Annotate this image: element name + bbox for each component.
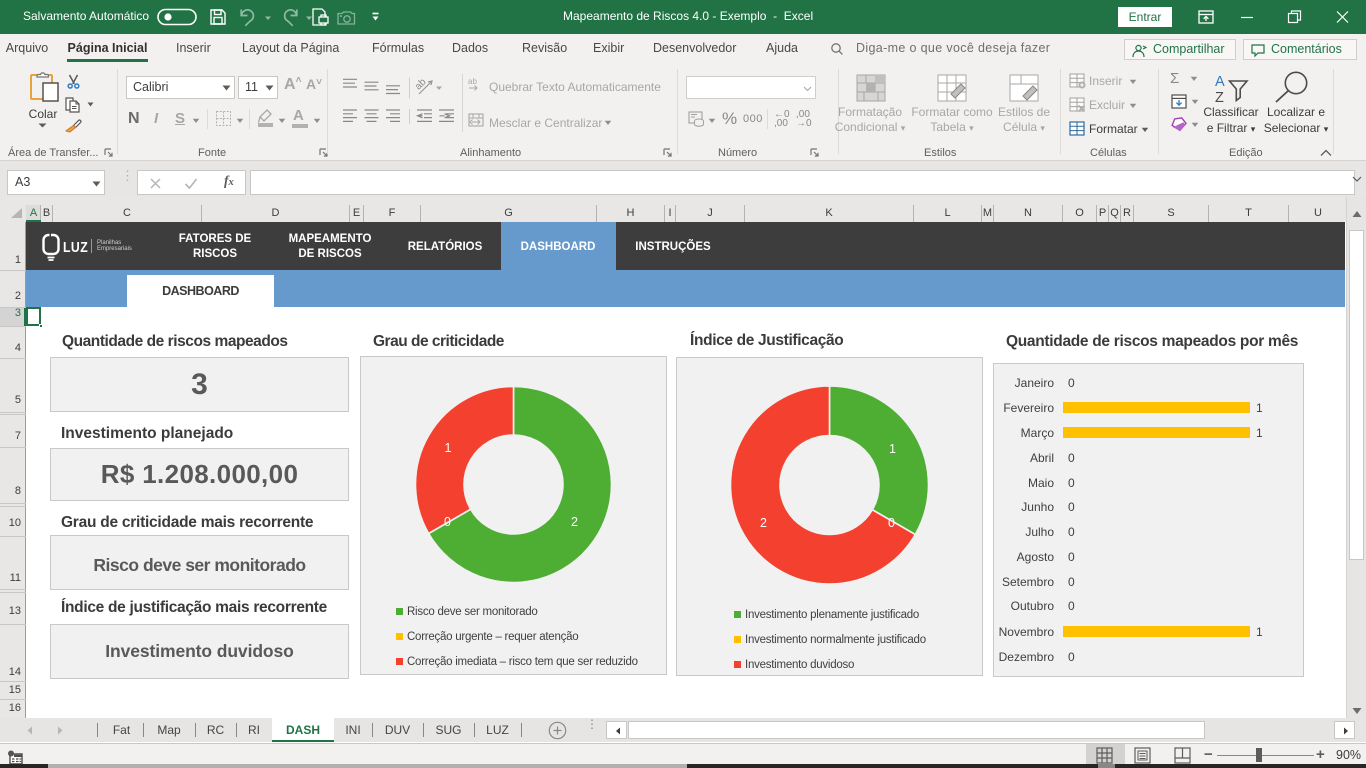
svg-text:1: 1: [445, 441, 452, 455]
svg-text:0: 0: [444, 515, 451, 529]
svg-text:2: 2: [760, 516, 767, 530]
svg-text:0: 0: [888, 516, 895, 530]
svg-text:2: 2: [571, 515, 578, 529]
svg-text:1: 1: [889, 442, 896, 456]
